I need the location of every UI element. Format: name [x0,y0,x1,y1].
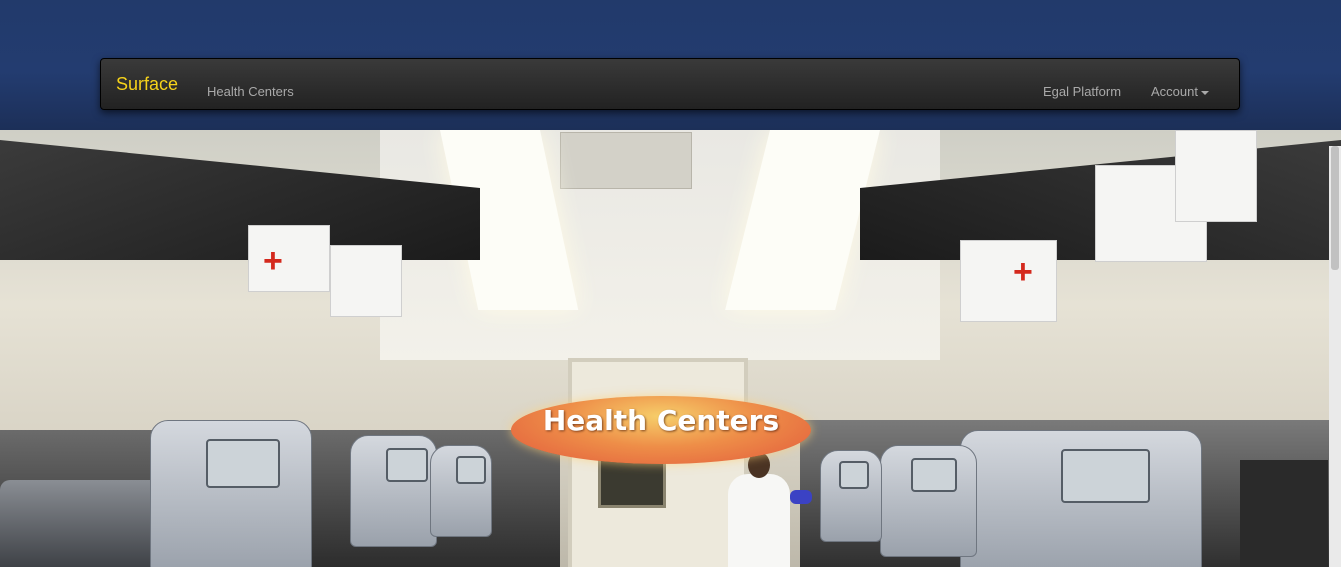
caret-down-icon [1200,90,1209,95]
supply-box: + [248,225,330,292]
supply-box [330,245,402,317]
nav-account-dropdown[interactable]: Account [1151,84,1209,99]
sequencer-machine [880,445,977,557]
nav-health-centers[interactable]: Health Centers [207,84,294,99]
sequencer-machine [820,450,882,542]
nav-account-label: Account [1151,84,1198,99]
supply-box [1175,130,1257,222]
glove [790,490,812,504]
sequencer-machine [350,435,437,547]
page-scrollbar[interactable] [1329,146,1341,567]
supply-box: + [960,240,1057,322]
lab-technician [728,452,790,567]
sequencer-machine [150,420,312,567]
sequencer-machine [430,445,492,537]
scrollbar-thumb[interactable] [1331,146,1339,270]
brand-logo-link[interactable]: Surface [116,74,178,95]
lab-device [1240,460,1328,567]
nav-egal-platform[interactable]: Egal Platform [1043,84,1121,99]
hero-banner: + + Health Centers [0,130,1341,567]
top-navbar: Surface Health Centers Egal Platform Acc… [100,58,1240,110]
hero-title: Health Centers [542,403,780,437]
sequencer-machine [960,430,1202,567]
ceiling-vent [560,132,692,189]
hero-title-oval: Health Centers [511,396,811,464]
